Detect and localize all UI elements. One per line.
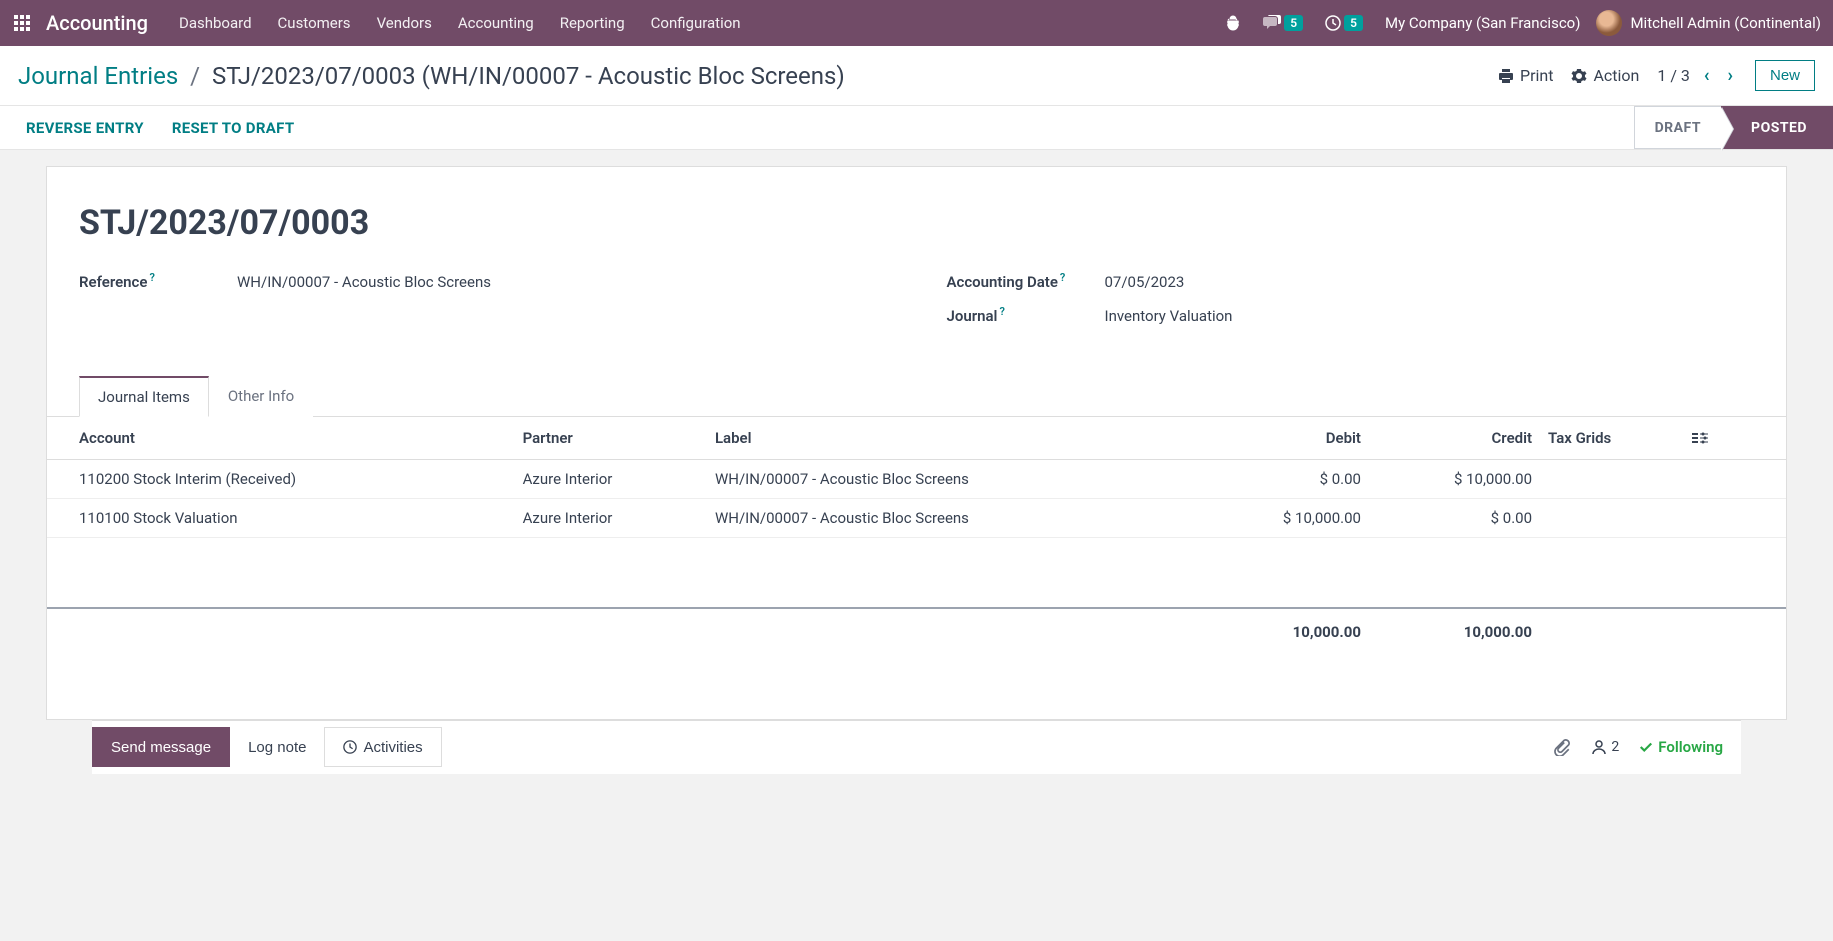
print-button[interactable]: Print xyxy=(1498,66,1553,85)
table-row[interactable]: 110100 Stock Valuation Azure Interior WH… xyxy=(47,499,1786,538)
messages-badge: 5 xyxy=(1284,15,1303,31)
pager-prev-icon[interactable]: ‹ xyxy=(1700,65,1714,86)
total-debit: 10,000.00 xyxy=(1198,608,1369,655)
print-icon xyxy=(1498,68,1514,84)
following-button[interactable]: Following xyxy=(1639,738,1723,756)
new-button[interactable]: New xyxy=(1755,60,1815,91)
col-taxgrids[interactable]: Tax Grids xyxy=(1540,417,1684,460)
check-icon xyxy=(1639,740,1653,754)
user-icon xyxy=(1591,739,1607,755)
col-label[interactable]: Label xyxy=(707,417,1198,460)
debug-icon[interactable] xyxy=(1219,15,1247,31)
nav-links: Dashboard Customers Vendors Accounting R… xyxy=(166,0,754,46)
col-account[interactable]: Account xyxy=(47,417,515,460)
nav-customers[interactable]: Customers xyxy=(265,0,364,46)
reference-value[interactable]: WH/IN/00007 - Acoustic Bloc Screens xyxy=(237,273,491,291)
help-icon[interactable]: ? xyxy=(149,271,154,284)
help-icon[interactable]: ? xyxy=(999,305,1004,318)
breadcrumb-root[interactable]: Journal Entries xyxy=(18,62,178,90)
user-avatar-icon xyxy=(1596,10,1622,36)
status-bar: REVERSE ENTRY RESET TO DRAFT DRAFT POSTE… xyxy=(0,106,1833,150)
journal-label: Journal? xyxy=(947,305,1105,325)
form-sheet: STJ/2023/07/0003 Reference? WH/IN/00007 … xyxy=(46,166,1787,720)
accounting-date-label: Accounting Date? xyxy=(947,271,1105,291)
nav-dashboard[interactable]: Dashboard xyxy=(166,0,265,46)
messages-icon[interactable]: 5 xyxy=(1257,15,1309,31)
send-message-button[interactable]: Send message xyxy=(92,727,230,767)
apps-menu-icon[interactable] xyxy=(8,9,36,37)
totals-row: 10,000.00 10,000.00 xyxy=(47,608,1786,655)
tab-other-info[interactable]: Other Info xyxy=(209,376,313,417)
gear-icon xyxy=(1571,68,1587,84)
breadcrumb-sep: / xyxy=(184,62,206,90)
breadcrumb-current: STJ/2023/07/0003 (WH/IN/00007 - Acoustic… xyxy=(212,62,845,90)
stage-draft[interactable]: DRAFT xyxy=(1634,106,1721,149)
tab-journal-items[interactable]: Journal Items xyxy=(79,376,209,417)
col-debit[interactable]: Debit xyxy=(1198,417,1369,460)
nav-configuration[interactable]: Configuration xyxy=(638,0,754,46)
notebook-tabs: Journal Items Other Info xyxy=(47,375,1786,417)
reference-label: Reference? xyxy=(79,271,237,291)
clock-icon xyxy=(343,740,357,754)
activities-badge: 5 xyxy=(1344,15,1363,31)
optional-columns-icon[interactable] xyxy=(1684,417,1786,460)
breadcrumb: Journal Entries / STJ/2023/07/0003 (WH/I… xyxy=(18,62,845,90)
reset-to-draft-button[interactable]: RESET TO DRAFT xyxy=(172,119,295,137)
col-partner[interactable]: Partner xyxy=(515,417,707,460)
followers-button[interactable]: 2 xyxy=(1591,739,1619,755)
chatter-bar: Send message Log note Activities 2 Follo… xyxy=(92,720,1741,774)
user-menu[interactable]: Mitchell Admin (Continental) xyxy=(1596,10,1825,36)
log-note-button[interactable]: Log note xyxy=(230,727,324,767)
table-row[interactable]: 110200 Stock Interim (Received) Azure In… xyxy=(47,460,1786,499)
pager-next-icon[interactable]: › xyxy=(1724,65,1737,86)
control-bar: Journal Entries / STJ/2023/07/0003 (WH/I… xyxy=(0,46,1833,106)
app-brand[interactable]: Accounting xyxy=(40,11,162,35)
accounting-date-value[interactable]: 07/05/2023 xyxy=(1105,273,1185,291)
col-credit[interactable]: Credit xyxy=(1369,417,1540,460)
total-credit: 10,000.00 xyxy=(1369,608,1540,655)
help-icon[interactable]: ? xyxy=(1060,271,1065,284)
stage-posted[interactable]: POSTED xyxy=(1721,106,1833,149)
pager: 1 / 3 ‹ › xyxy=(1657,65,1737,86)
record-title: STJ/2023/07/0003 xyxy=(79,203,1754,243)
pager-value[interactable]: 1 / 3 xyxy=(1657,66,1690,85)
attachment-icon[interactable] xyxy=(1553,738,1571,756)
activities-icon[interactable]: 5 xyxy=(1319,15,1369,31)
reverse-entry-button[interactable]: REVERSE ENTRY xyxy=(26,119,144,137)
activities-button[interactable]: Activities xyxy=(324,727,441,767)
nav-reporting[interactable]: Reporting xyxy=(547,0,638,46)
top-navbar: Accounting Dashboard Customers Vendors A… xyxy=(0,0,1833,46)
action-button[interactable]: Action xyxy=(1571,66,1639,85)
company-selector[interactable]: My Company (San Francisco) xyxy=(1379,14,1586,32)
user-name: Mitchell Admin (Continental) xyxy=(1630,14,1821,32)
nav-vendors[interactable]: Vendors xyxy=(364,0,445,46)
nav-accounting[interactable]: Accounting xyxy=(445,0,547,46)
journal-value[interactable]: Inventory Valuation xyxy=(1105,307,1233,325)
journal-items-table: Account Partner Label Debit Credit Tax G… xyxy=(47,417,1786,695)
